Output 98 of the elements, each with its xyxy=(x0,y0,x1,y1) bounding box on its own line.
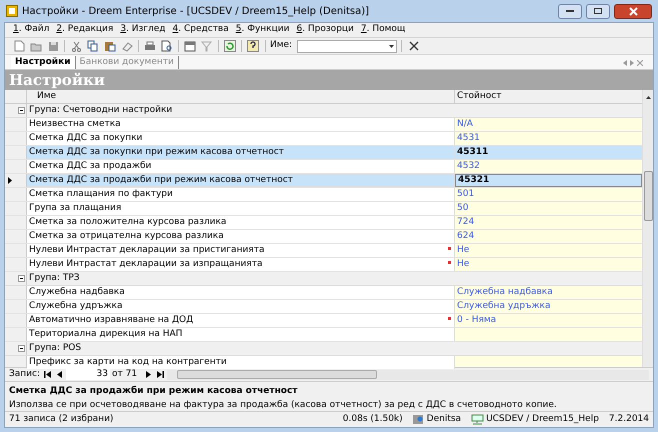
table-row[interactable]: Автоматично изравняване на ДОД 0 - Няма xyxy=(5,314,642,328)
table-cell: 4531 xyxy=(455,132,642,145)
group-header: Група: ТРЗ xyxy=(28,272,80,285)
tab-close-icon[interactable] xyxy=(637,60,643,66)
last-record-button[interactable] xyxy=(155,370,166,380)
record-count: 71 записа (2 избрани) xyxy=(9,412,114,426)
table-cell: 50 xyxy=(455,202,642,215)
vertical-scrollbar[interactable] xyxy=(642,90,653,367)
table-cell: Неизвестна сметка xyxy=(27,118,455,131)
table-cell: 45311 xyxy=(455,146,642,159)
table-cell: 724 xyxy=(455,216,642,229)
table-row[interactable]: Служебна удръжка Служебна удръжка xyxy=(5,300,642,314)
table-cell: N/A xyxy=(455,118,642,131)
group-header: Група: POS xyxy=(28,342,82,355)
database-name: UCSDEV / Dreem15_Help xyxy=(486,412,599,426)
table-row[interactable]: Неизвестна сметка N/A xyxy=(5,118,642,132)
column-header[interactable]: Стойност xyxy=(455,90,642,103)
group-header: Група: Счетоводни настройки xyxy=(28,104,172,117)
tab-right-icon[interactable] xyxy=(630,60,634,66)
table-row[interactable]: Служебна надбавка Служебна надбавка xyxy=(5,286,642,300)
table-cell: Нулеви Интрастат декларации за пристиганията xyxy=(27,244,455,257)
user-name: Denitsa xyxy=(426,412,462,426)
table-row[interactable]: Сметка ДДС за продажби 4532 xyxy=(5,160,642,174)
name-combobox[interactable] xyxy=(297,40,398,52)
close-button[interactable] xyxy=(614,4,652,18)
collapse-icon[interactable] xyxy=(18,107,25,114)
scroll-thumb[interactable] xyxy=(644,171,652,221)
help-icon[interactable] xyxy=(245,38,261,54)
row-header[interactable] xyxy=(5,174,27,187)
tab[interactable]: Настройки xyxy=(11,56,76,69)
table-cell: 501 xyxy=(455,188,642,201)
menu-item[interactable]: 7. Помощ xyxy=(360,23,406,37)
table-cell: Сметка ДДС за покупки xyxy=(27,132,455,145)
table-row[interactable]: Сметка плащания по фактури 501 xyxy=(5,188,642,202)
description-text: Използва се при осчетоводяване на фактура за продажба (касова отчетност) за ред с ДДС в счетоводното копие. xyxy=(9,398,558,412)
menu-item[interactable]: 2. Редакция xyxy=(56,23,114,37)
scroll-up-icon[interactable] xyxy=(646,96,650,99)
table-cell: Териториална дирекция на НАП xyxy=(27,328,455,341)
menu-item[interactable]: 6. Прозорци xyxy=(296,23,354,37)
window-title: Настройки - Dreem Enterprise - [UCSDEV / Dreem15_Help (Denitsa)] xyxy=(22,4,370,18)
name-label: Име: xyxy=(270,39,292,52)
table-cell: Сметка ДДС за покупки при режим касова отчетност xyxy=(27,146,455,159)
minimize-button[interactable] xyxy=(558,4,582,18)
menu-item[interactable]: 1. Файл xyxy=(13,23,50,37)
table-row[interactable]: Група за плащания 50 xyxy=(5,202,642,216)
table-cell: Служебна удръжка xyxy=(27,300,455,313)
table-row[interactable]: Нулеви Интрастат декларации за изпращанията Не xyxy=(5,258,642,272)
menu-item[interactable]: 4. Средства xyxy=(172,23,229,37)
table-row[interactable]: Сметка за положителна курсова разлика 724 xyxy=(5,216,642,230)
timing: 0.08s (1.50k) xyxy=(342,412,403,426)
horizontal-scrollbar[interactable] xyxy=(167,370,649,380)
status-date: 7.2.2014 xyxy=(608,412,649,426)
table-row[interactable]: Сметка ДДС за продажби при режим касова отчетност 45321 xyxy=(5,174,642,188)
next-record-button[interactable] xyxy=(143,370,154,380)
table-cell: 0 - Няма xyxy=(455,314,642,327)
first-record-button[interactable] xyxy=(42,370,52,380)
table-row[interactable]: Сметка ДДС за покупки 4531 xyxy=(5,132,642,146)
server-icon xyxy=(471,414,484,425)
table-cell: 45321 xyxy=(455,174,642,187)
table-cell: Сметка ДДС за продажби при режим касова отчетност xyxy=(27,174,455,187)
table-row[interactable]: Сметка за отрицателна курсова разлика 624 xyxy=(5,230,642,244)
table-cell: Префикс за карти на код на контрагенти xyxy=(27,356,455,369)
description-title: Сметка ДДС за продажби при режим касова отчетност xyxy=(9,385,299,398)
page-heading: Настройки xyxy=(9,70,105,91)
restore-button[interactable] xyxy=(586,4,610,18)
close-icon xyxy=(628,6,638,16)
table-cell: Нулеви Интрастат декларации за изпращанията xyxy=(27,258,455,271)
table-cell: Сметка за отрицателна курсова разлика xyxy=(27,230,455,243)
table-cell: Автоматично изравняване на ДОД xyxy=(27,314,455,327)
tab-left-icon[interactable] xyxy=(623,60,627,66)
record-field[interactable]: 33 xyxy=(66,369,110,380)
table-cell: Сметка ДДС за продажби xyxy=(27,160,455,173)
menu-item[interactable]: 5. Функции xyxy=(236,23,290,37)
dropdown-arrow-icon xyxy=(389,44,394,48)
table-cell: Сметка за положителна курсова разлика xyxy=(27,216,455,229)
window-icon[interactable] xyxy=(182,38,198,54)
table-cell: Служебна удръжка xyxy=(455,300,642,313)
table-row[interactable]: Сметка ДДС за покупки при режим касова отчетност 45311 xyxy=(5,146,642,160)
table-row[interactable]: Нулеви Интрастат декларации за пристиганията Не xyxy=(5,244,642,258)
table-row[interactable]: Териториална дирекция на НАП xyxy=(5,328,642,342)
user-icon xyxy=(412,414,425,425)
table-cell: Служебна надбавка xyxy=(27,286,455,299)
collapse-icon[interactable] xyxy=(18,345,25,352)
app-icon xyxy=(6,5,18,17)
table-cell: Служебна надбавка xyxy=(455,286,642,299)
table-cell: Сметка плащания по фактури xyxy=(27,188,455,201)
record-total: от 71 xyxy=(112,368,138,381)
collapse-icon[interactable] xyxy=(18,275,25,282)
table-cell: 4532 xyxy=(455,160,642,173)
table-cell: Група за плащания xyxy=(27,202,455,215)
table-cell: Не xyxy=(455,258,642,271)
menu-item[interactable]: 3. Изглед xyxy=(120,23,166,37)
table-cell: 624 xyxy=(455,230,642,243)
scroll-thumb[interactable] xyxy=(177,370,378,379)
refresh-icon[interactable] xyxy=(222,38,238,54)
table-cell: Не xyxy=(455,244,642,257)
column-header[interactable]: Име xyxy=(27,90,455,103)
record-label: Запис: xyxy=(9,368,40,381)
